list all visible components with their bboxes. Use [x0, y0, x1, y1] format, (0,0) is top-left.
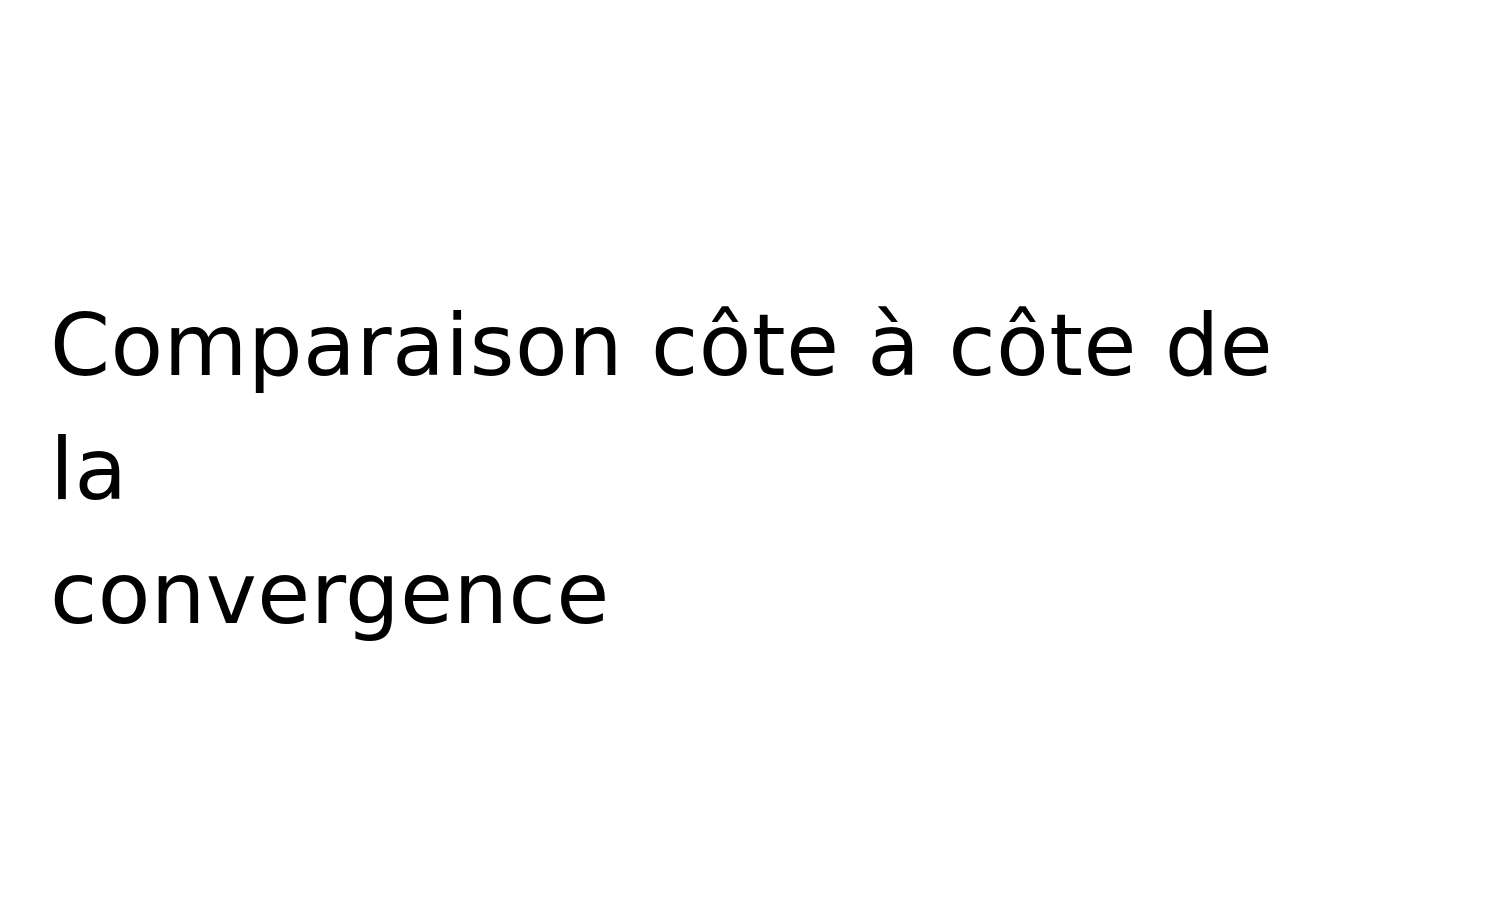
slide-title-line-1: Comparaison côte à côte de la — [50, 296, 1274, 520]
slide-title: Comparaison côte à côte de la convergenc… — [50, 284, 1350, 656]
slide: Comparaison côte à côte de la convergenc… — [0, 0, 1512, 909]
slide-title-line-2: convergence — [50, 544, 610, 644]
